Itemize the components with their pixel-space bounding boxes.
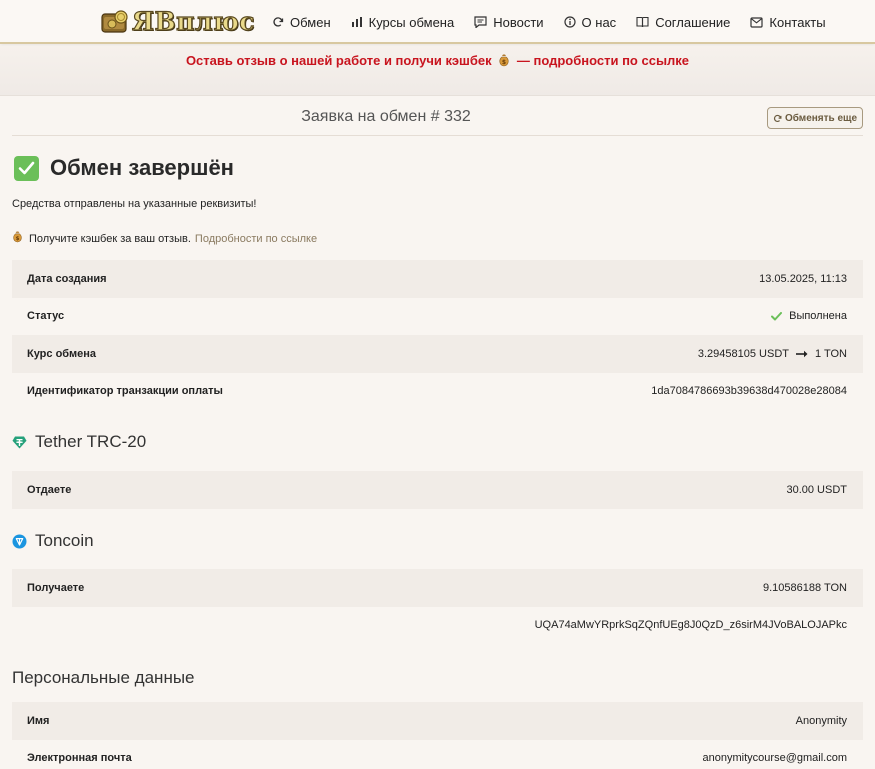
- rate-from: 3.29458105 USDT: [697, 347, 789, 360]
- mail-icon: [750, 16, 764, 28]
- info-icon: [563, 16, 576, 28]
- cashback-text: Получите кэшбек за ваш отзыв.: [29, 232, 191, 245]
- receive-currency-heading: Toncoin: [12, 531, 94, 551]
- table-row: Имя Anonymity: [12, 702, 863, 740]
- order-page: Заявка на обмен # 332 Обменять еще Обмен…: [0, 96, 875, 769]
- give-table: Отдаете 30.00 USDT: [12, 471, 863, 509]
- nav-item-rates[interactable]: Курсы обмена: [351, 14, 455, 30]
- receive-table: Получаете 9.10586188 TON UQA74aMwYRprkSq…: [12, 569, 863, 644]
- refresh-icon: [273, 17, 284, 27]
- money-bag-icon: $: [498, 48, 510, 78]
- table-row: Получаете 9.10586188 TON: [12, 569, 863, 607]
- exchange-more-button[interactable]: Обменять еще: [767, 107, 863, 129]
- logo-text: ЯВплюс: [131, 6, 255, 36]
- refresh-icon: [773, 114, 782, 122]
- exchange-more-label: Обменять еще: [784, 112, 858, 124]
- title-divider: [12, 135, 863, 136]
- order-title: Заявка на обмен # 332: [301, 108, 471, 125]
- nav-item-agreement[interactable]: Соглашение: [636, 15, 730, 30]
- receive-amount: 9.10586188 TON: [763, 581, 847, 594]
- row-label: Идентификатор транзакции оплаты: [27, 385, 223, 398]
- personal-data-title: Персональные данные: [12, 668, 195, 687]
- promo-banner[interactable]: Оставь отзыв о нашей работе и получи кэш…: [0, 46, 875, 96]
- status-title: Обмен завершён: [50, 155, 234, 180]
- nav-item-about[interactable]: О нас: [563, 14, 617, 30]
- table-row: UQA74aMwYRprkSqZQnfUEg8J0QzD_z6sirM4JVoB…: [12, 607, 863, 645]
- row-value: Anonymity: [795, 714, 847, 727]
- table-row: Отдаете 30.00 USDT: [12, 471, 863, 509]
- nav-item-label: О нас: [581, 14, 617, 30]
- table-row: Дата создания 13.05.2025, 11:13: [12, 260, 863, 298]
- cashback-notice: $ Получите кэшбек за ваш отзыв. Подробно…: [12, 231, 317, 246]
- book-icon: [636, 16, 649, 28]
- toncoin-icon: [12, 534, 27, 548]
- bar-chart-icon: [351, 17, 362, 27]
- table-row: Курс обмена 3.29458105 USDT 1 TON: [12, 335, 863, 373]
- row-label: Курс обмена: [27, 347, 96, 360]
- nav-item-label: Обмен: [290, 14, 331, 30]
- row-value: 13.05.2025, 11:13: [759, 272, 847, 285]
- tether-icon: [12, 436, 27, 448]
- row-label: Статус: [27, 310, 65, 323]
- row-label: Дата создания: [27, 272, 107, 285]
- wallet-coins-icon: [100, 8, 130, 36]
- nav-item-contacts[interactable]: Контакты: [750, 14, 826, 30]
- row-label: Имя: [27, 714, 50, 727]
- row-label: Отдаете: [27, 483, 72, 496]
- nav-item-label: Контакты: [769, 14, 826, 30]
- promo-text-after: — подробности по ссылке: [516, 53, 690, 68]
- table-row: Идентификатор транзакции оплаты 1da70847…: [12, 373, 863, 411]
- promo-text-before: Оставь отзыв о нашей работе и получи кэш…: [185, 53, 492, 68]
- svg-text:$: $: [16, 236, 20, 242]
- row-label: Получаете: [27, 581, 85, 594]
- rate-to: 1 TON: [815, 347, 847, 360]
- status-value: Выполнена: [771, 310, 847, 322]
- svg-text:$: $: [502, 59, 506, 66]
- nav-item-label: Курсы обмена: [368, 14, 455, 30]
- receive-currency-name: Toncoin: [35, 531, 94, 550]
- message-icon: [474, 16, 487, 28]
- nav-item-label: Соглашение: [655, 14, 731, 30]
- site-logo[interactable]: ЯВплюс: [100, 6, 255, 38]
- row-value: anonymitycourse@gmail.com: [702, 752, 847, 765]
- row-label: Электронная почта: [27, 752, 132, 765]
- give-currency-name: Tether TRC-20: [35, 432, 147, 451]
- main-nav: Обмен Курсы обмена Новости О нас Соглаше…: [272, 0, 846, 44]
- nav-item-label: Новости: [493, 14, 544, 30]
- sent-message: Средства отправлены на указанные реквизи…: [12, 198, 257, 210]
- status-text: Выполнена: [789, 310, 847, 323]
- check-mark-icon: [14, 155, 39, 181]
- row-value: 1da7084786693b39638d470028e28084: [651, 385, 847, 398]
- personal-data-heading: Персональные данные: [12, 668, 195, 688]
- cashback-details-link[interactable]: Подробности по ссылке: [195, 233, 317, 245]
- site-header: ЯВплюс Обмен Курсы обмена Новости О нас …: [0, 0, 875, 44]
- nav-item-exchange[interactable]: Обмен: [272, 15, 331, 30]
- arrow-right-icon: [796, 350, 808, 357]
- table-row: Статус Выполнена: [12, 298, 863, 336]
- nav-item-news[interactable]: Новости: [474, 14, 544, 30]
- give-amount: 30.00 USDT: [786, 483, 847, 496]
- order-details-table: Дата создания 13.05.2025, 11:13 Статус В…: [12, 260, 863, 410]
- status-heading: Обмен завершён: [14, 153, 234, 183]
- money-bag-icon: $: [12, 231, 23, 246]
- receive-address: UQA74aMwYRprkSqZQnfUEg8J0QzD_z6sirM4JVoB…: [534, 619, 847, 632]
- give-currency-heading: Tether TRC-20: [12, 432, 146, 452]
- rate-value: 3.29458105 USDT 1 TON: [698, 348, 847, 360]
- check-icon: [771, 311, 783, 321]
- personal-data-table: Имя Anonymity Электронная почта anonymit…: [12, 702, 863, 769]
- table-row: Электронная почта anonymitycourse@gmail.…: [12, 740, 863, 769]
